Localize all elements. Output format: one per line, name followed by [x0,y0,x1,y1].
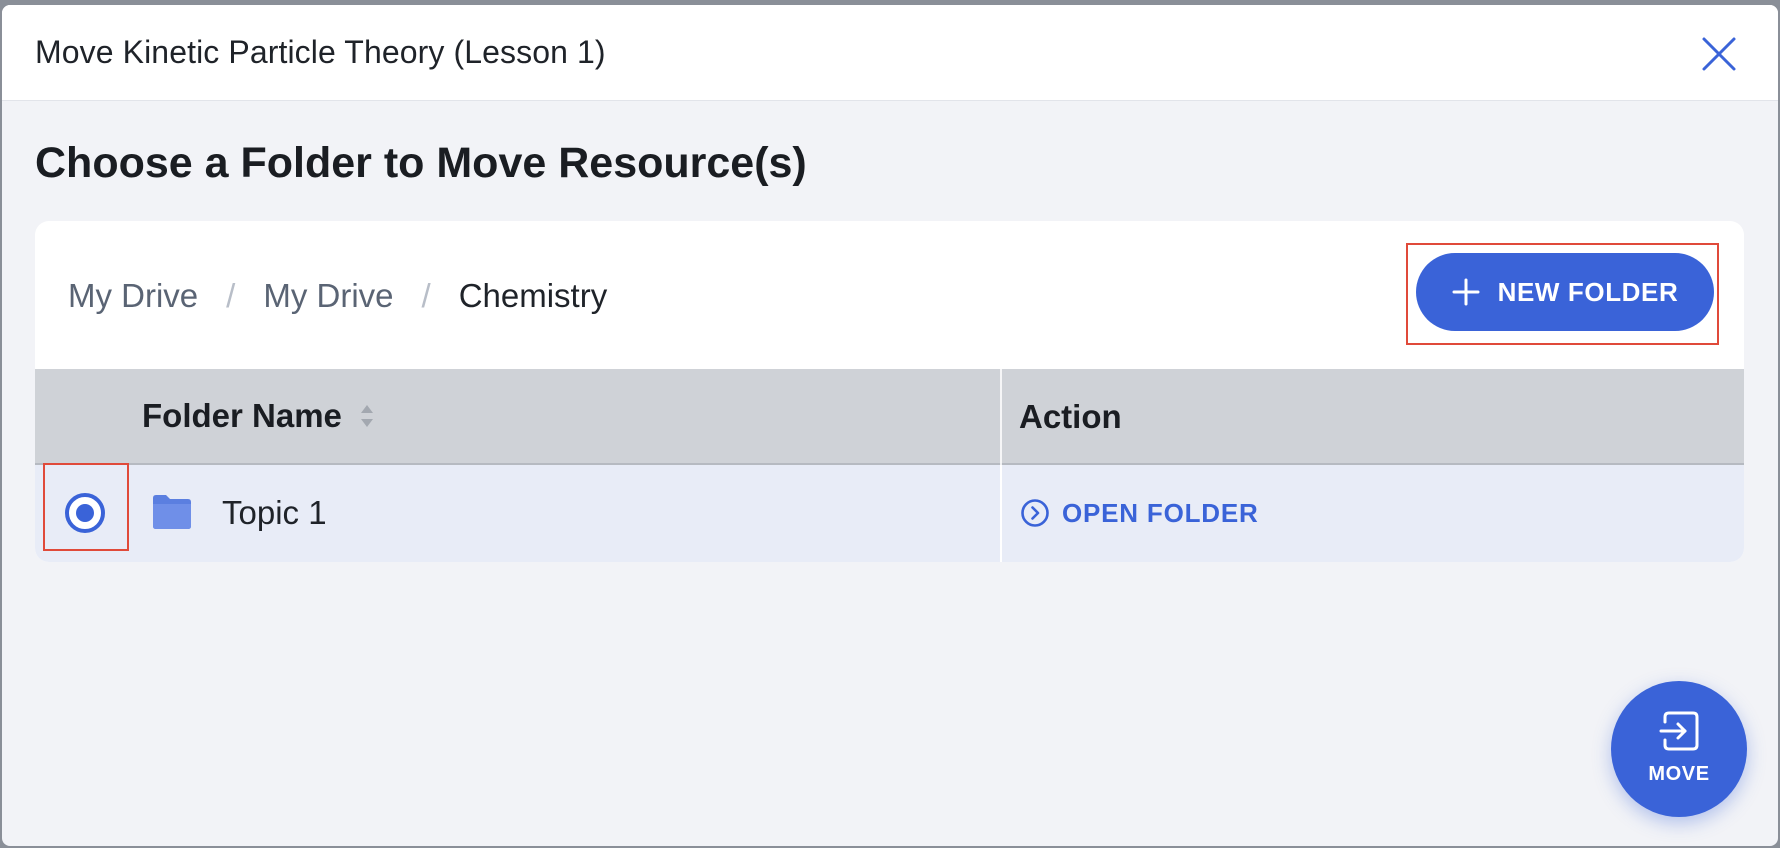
new-folder-button[interactable]: NEW FOLDER [1416,253,1714,331]
open-folder-label: OPEN FOLDER [1062,498,1259,528]
column-header-folder-name[interactable]: Folder Name [142,395,374,437]
table-row[interactable]: Topic 1 OPEN FOLDER [35,465,1744,562]
breadcrumb-item-my-drive-root[interactable]: My Drive [68,275,198,317]
open-folder-link[interactable]: OPEN FOLDER [1020,495,1259,531]
move-dialog: Move Kinetic Particle Theory (Lesson 1) … [2,5,1778,846]
chevron-right-circle-icon [1021,499,1049,527]
row-select-radio[interactable] [65,493,105,533]
close-icon [1702,37,1736,71]
folder-name: Topic 1 [222,494,327,531]
breadcrumb-separator: / [421,277,431,314]
table-header: Folder Name Action [35,369,1744,465]
column-header-label: Folder Name [142,397,342,434]
page-heading: Choose a Folder to Move Resource(s) [35,139,807,187]
column-header-action: Action [1019,398,1122,435]
folder-panel: My Drive / My Drive / Chemistry NEW FOLD… [35,221,1744,562]
move-button[interactable]: MOVE [1611,681,1747,817]
close-button[interactable] [1700,35,1738,73]
radio-selected-dot [76,504,94,522]
breadcrumb: My Drive / My Drive / Chemistry [68,275,607,317]
breadcrumb-separator: / [226,277,236,314]
move-icon [1659,711,1699,750]
column-divider [1000,465,1002,562]
sort-icon[interactable] [360,403,374,429]
new-folder-label: NEW FOLDER [1497,276,1679,307]
move-label: MOVE [1648,762,1710,785]
breadcrumb-item-my-drive[interactable]: My Drive [263,275,393,317]
folder-icon [153,495,191,529]
plus-icon [1452,278,1480,306]
column-divider [1000,369,1002,465]
dialog-title: Move Kinetic Particle Theory (Lesson 1) [35,34,606,70]
breadcrumb-item-current: Chemistry [458,277,608,314]
dialog-header: Move Kinetic Particle Theory (Lesson 1) [2,5,1778,101]
